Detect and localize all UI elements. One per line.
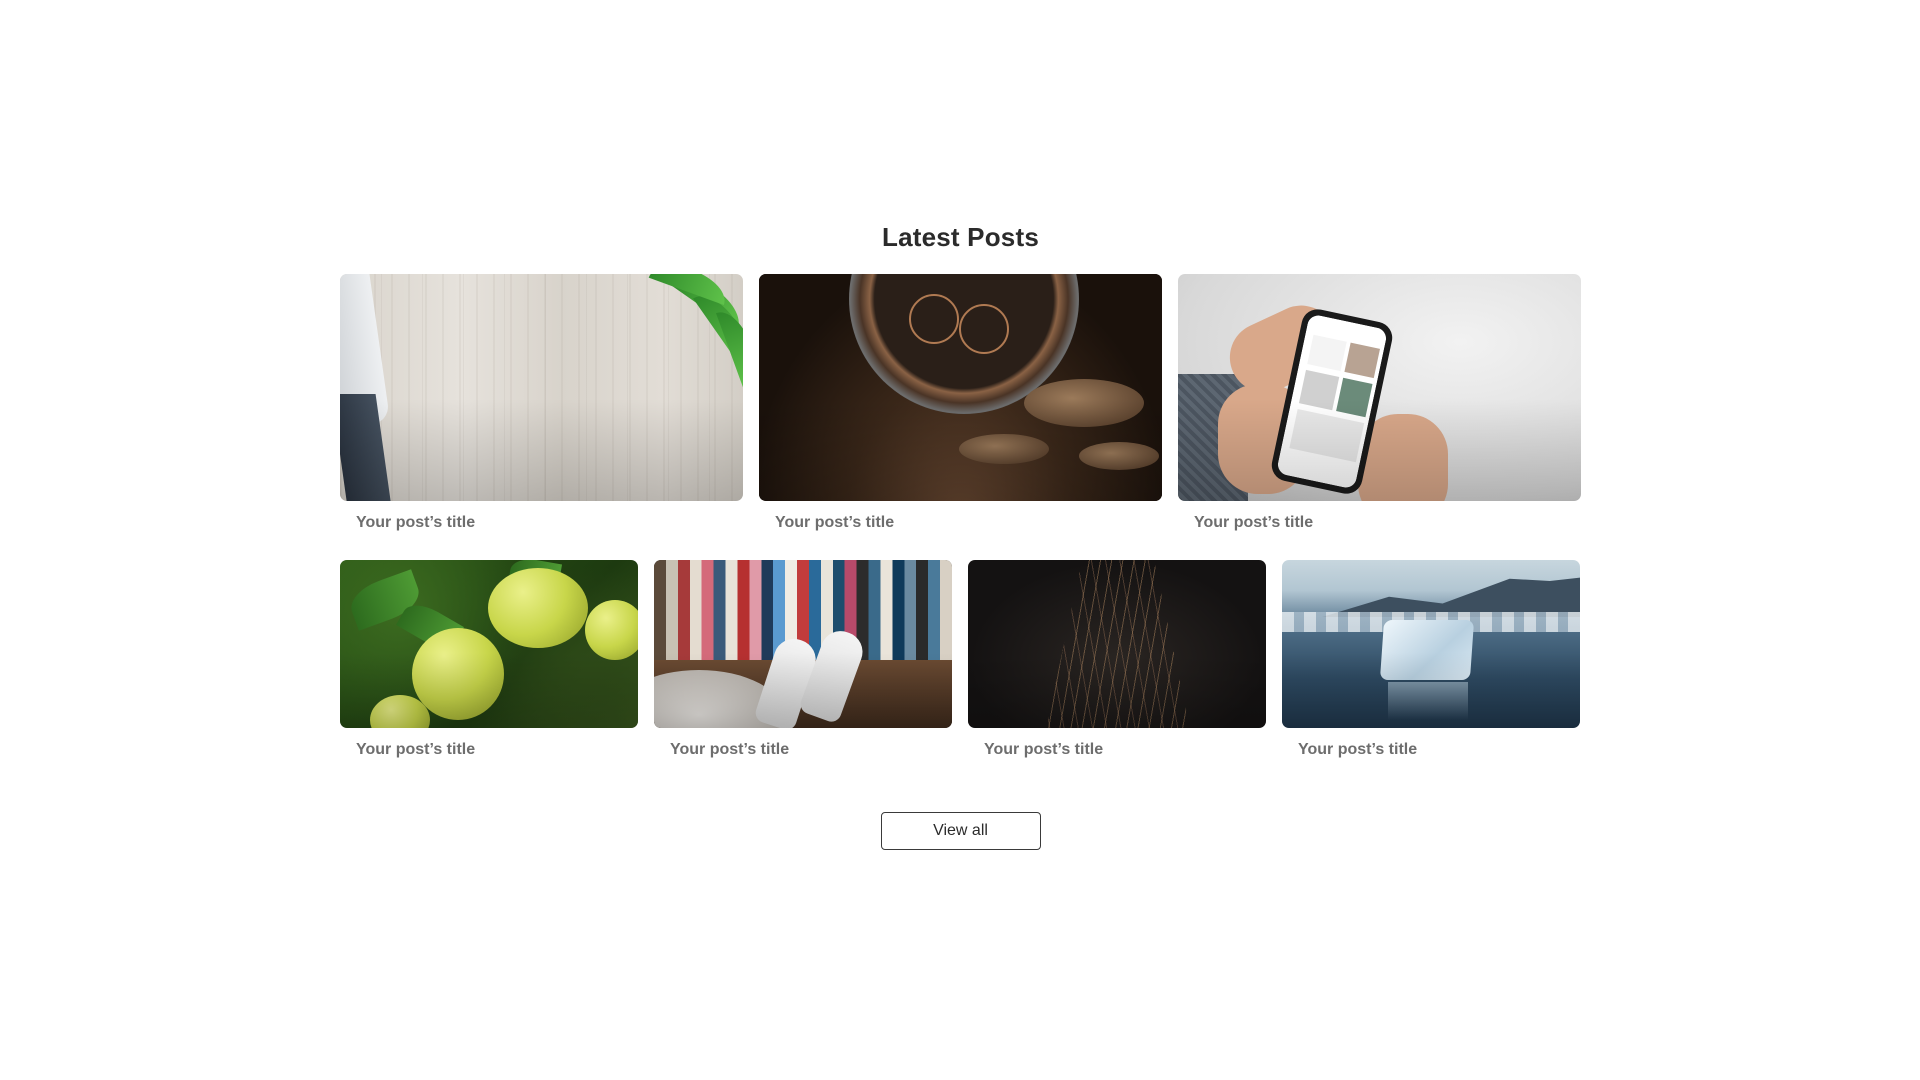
posts-row-top: Your post’s title Your post’s title Your… <box>340 274 1581 533</box>
posts-row-bottom: Your post’s title Your post’s title Your… <box>340 560 1580 760</box>
cutting-board-image[interactable] <box>340 274 743 501</box>
section-title: Latest Posts <box>881 222 1039 252</box>
post-card[interactable]: Your post’s title <box>968 560 1266 760</box>
latest-posts-section: Latest Posts Your post’s title Your post… <box>340 220 1581 850</box>
post-title[interactable]: Your post’s title <box>340 740 638 760</box>
view-all-wrapper: View all <box>340 812 1581 850</box>
post-title[interactable]: Your post’s title <box>1178 513 1581 533</box>
ice-image[interactable] <box>1282 560 1580 728</box>
watch-image[interactable] <box>759 274 1162 501</box>
post-card[interactable]: Your post’s title <box>759 274 1162 533</box>
post-card[interactable]: Your post’s title <box>340 560 638 760</box>
post-card[interactable]: Your post’s title <box>340 274 743 533</box>
books-image[interactable] <box>654 560 952 728</box>
phone-image[interactable] <box>1178 274 1581 501</box>
post-card[interactable]: Your post’s title <box>1178 274 1581 533</box>
post-card[interactable]: Your post’s title <box>1282 560 1580 760</box>
post-title[interactable]: Your post’s title <box>654 740 952 760</box>
post-title[interactable]: Your post’s title <box>759 513 1162 533</box>
post-card[interactable]: Your post’s title <box>654 560 952 760</box>
sparks-image[interactable] <box>968 560 1266 728</box>
post-title[interactable]: Your post’s title <box>340 513 743 533</box>
post-title[interactable]: Your post’s title <box>1282 740 1580 760</box>
post-title[interactable]: Your post’s title <box>968 740 1266 760</box>
view-all-button[interactable]: View all <box>880 812 1041 850</box>
citrus-image[interactable] <box>340 560 638 728</box>
page: Latest Posts Your post’s title Your post… <box>0 0 1920 1080</box>
